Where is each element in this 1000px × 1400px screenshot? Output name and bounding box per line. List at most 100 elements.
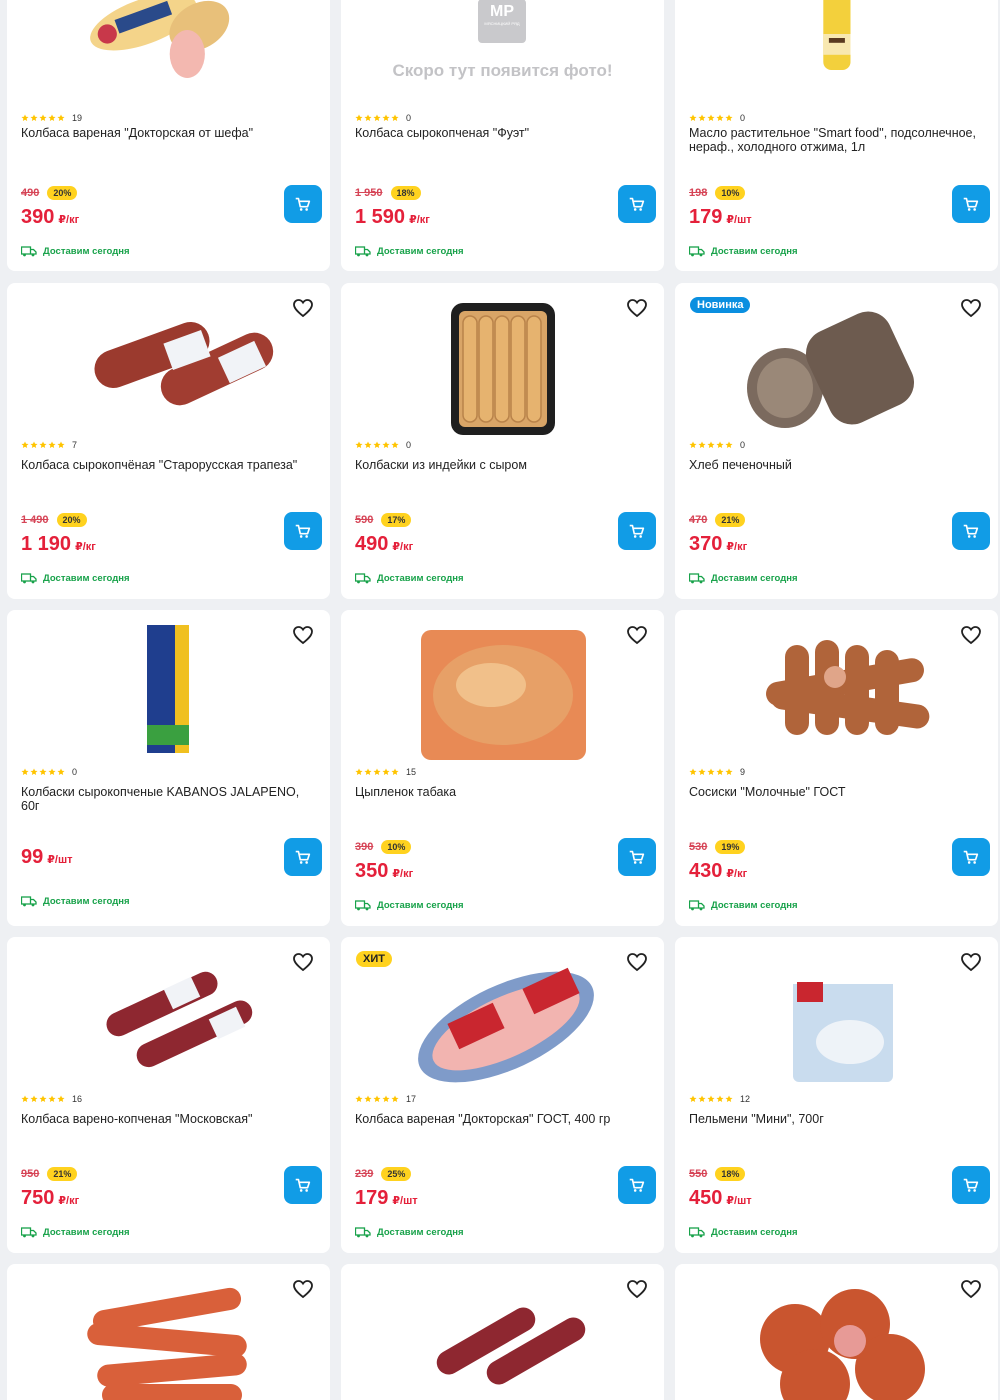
product-card[interactable]: Новинка 0 Хлеб печеночный 470 21% 370 ₽/кг Дост… bbox=[675, 283, 998, 599]
product-card[interactable]: 7 Колбаса сырокопчёная "Старорусская трап… bbox=[7, 283, 330, 599]
product-image[interactable] bbox=[675, 615, 998, 765]
add-to-cart-button[interactable] bbox=[952, 185, 990, 223]
add-to-cart-button[interactable] bbox=[284, 512, 322, 550]
add-to-cart-button[interactable] bbox=[284, 1166, 322, 1204]
star-icon bbox=[30, 1095, 38, 1103]
product-card[interactable]: 12 Пельмени "Мини", 700г 550 18% 450 ₽/шт Дост… bbox=[675, 937, 998, 1253]
rating-count: 0 bbox=[740, 440, 746, 450]
add-to-cart-button[interactable] bbox=[952, 838, 990, 876]
product-image[interactable] bbox=[7, 615, 330, 765]
product-title[interactable]: Сосиски "Молочные" ГОСТ bbox=[689, 785, 984, 799]
product-card[interactable]: 0 Масло растительное "Smart food", подсол… bbox=[675, 0, 998, 271]
product-title[interactable]: Колбаса сырокопчёная "Старорусская трапе… bbox=[21, 458, 316, 472]
favorite-heart-icon[interactable] bbox=[292, 624, 314, 646]
doctor-sausage-chef-image bbox=[90, 0, 230, 78]
delivery-truck-icon bbox=[355, 573, 371, 584]
product-card[interactable]: 19 Колбаса вареная "Докторская от шефа" 49… bbox=[7, 0, 330, 271]
add-to-cart-button[interactable] bbox=[284, 185, 322, 223]
delivery-info: Доставим сегодня bbox=[689, 246, 798, 257]
cart-icon bbox=[963, 524, 979, 538]
product-image[interactable] bbox=[341, 615, 664, 765]
star-icon bbox=[725, 1095, 733, 1103]
product-title[interactable]: Масло растительное "Smart food", подсолн… bbox=[689, 126, 984, 154]
discount-badge: 20% bbox=[47, 186, 78, 200]
star-icon bbox=[30, 114, 38, 122]
add-to-cart-button[interactable] bbox=[952, 1166, 990, 1204]
favorite-heart-icon[interactable] bbox=[960, 951, 982, 973]
add-to-cart-button[interactable] bbox=[618, 185, 656, 223]
favorite-heart-icon[interactable] bbox=[626, 1278, 648, 1300]
discount-badge: 18% bbox=[390, 186, 421, 200]
favorite-heart-icon[interactable] bbox=[292, 297, 314, 319]
star-icon bbox=[57, 114, 65, 122]
product-image[interactable] bbox=[675, 0, 998, 110]
rating: 7 bbox=[21, 440, 77, 450]
product-card[interactable]: МР МЯСНИЦКИЙ РЯД Скоро тут появится фото! 0… bbox=[341, 0, 664, 271]
product-card[interactable]: ХИТ 17 Колбаса вареная "Докторская" ГОСТ, … bbox=[341, 937, 664, 1253]
star-icon bbox=[689, 768, 697, 776]
delivery-label: Доставим сегодня bbox=[43, 896, 130, 907]
delivery-info: Доставим сегодня bbox=[21, 1227, 130, 1238]
favorite-heart-icon[interactable] bbox=[626, 624, 648, 646]
delivery-info: Доставим сегодня bbox=[355, 246, 464, 257]
star-icon bbox=[725, 441, 733, 449]
add-to-cart-button[interactable] bbox=[284, 838, 322, 876]
favorite-heart-icon[interactable] bbox=[960, 297, 982, 319]
product-card[interactable]: 15 Цыпленок табака 390 10% 350 ₽/кг Доставим с… bbox=[341, 610, 664, 926]
delivery-label: Доставим сегодня bbox=[377, 900, 464, 911]
product-image[interactable] bbox=[7, 942, 330, 1092]
old-price-row: 590 17% bbox=[355, 513, 412, 527]
product-image[interactable] bbox=[675, 1269, 998, 1400]
favorite-heart-icon[interactable] bbox=[292, 1278, 314, 1300]
product-card[interactable] bbox=[7, 1264, 330, 1400]
product-title[interactable]: Колбаса вареная "Докторская" ГОСТ, 400 г… bbox=[355, 1112, 650, 1126]
product-title[interactable]: Колбаса варено-копченая "Московская" bbox=[21, 1112, 316, 1126]
favorite-heart-icon[interactable] bbox=[960, 1278, 982, 1300]
price-value: 390 bbox=[21, 206, 55, 228]
delivery-label: Доставим сегодня bbox=[43, 573, 130, 584]
product-card[interactable]: 16 Колбаса варено-копченая "Московская" 95… bbox=[7, 937, 330, 1253]
add-to-cart-button[interactable] bbox=[618, 512, 656, 550]
product-card[interactable]: 0 Колбаски сырокопченые KABANOS JALAPENO,… bbox=[7, 610, 330, 926]
product-title[interactable]: Колбаса вареная "Докторская от шефа" bbox=[21, 126, 316, 140]
product-title[interactable]: Колбаски из индейки с сыром bbox=[355, 458, 650, 472]
product-title[interactable]: Хлеб печеночный bbox=[689, 458, 984, 472]
star-icon bbox=[382, 441, 390, 449]
product-image[interactable]: МР МЯСНИЦКИЙ РЯД Скоро тут появится фото! bbox=[341, 0, 664, 110]
add-to-cart-button[interactable] bbox=[952, 512, 990, 550]
rating-count: 0 bbox=[406, 440, 412, 450]
old-price-row: 550 18% bbox=[689, 1167, 746, 1181]
old-price: 470 bbox=[689, 514, 708, 526]
add-to-cart-button[interactable] bbox=[618, 1166, 656, 1204]
cart-icon bbox=[963, 850, 979, 864]
product-image[interactable] bbox=[341, 1269, 664, 1400]
favorite-heart-icon[interactable] bbox=[292, 951, 314, 973]
product-image[interactable] bbox=[341, 288, 664, 438]
product-title[interactable]: Пельмени "Мини", 700г bbox=[689, 1112, 984, 1126]
product-image[interactable] bbox=[7, 0, 330, 110]
old-price: 390 bbox=[355, 841, 374, 853]
product-card[interactable] bbox=[341, 1264, 664, 1400]
star-icon bbox=[355, 1095, 363, 1103]
favorite-heart-icon[interactable] bbox=[626, 951, 648, 973]
product-title[interactable]: Колбаски сырокопченые KABANOS JALAPENO, … bbox=[21, 785, 316, 813]
star-icon bbox=[364, 768, 372, 776]
favorite-heart-icon[interactable] bbox=[626, 297, 648, 319]
product-card[interactable]: 0 Колбаски из индейки с сыром 590 17% 490 ₽/к… bbox=[341, 283, 664, 599]
product-image[interactable] bbox=[675, 942, 998, 1092]
delivery-label: Доставим сегодня bbox=[711, 1227, 798, 1238]
delivery-info: Доставим сегодня bbox=[689, 900, 798, 911]
product-image[interactable] bbox=[7, 288, 330, 438]
product-title[interactable]: Колбаса сырокопченая "Фуэт" bbox=[355, 126, 650, 140]
product-card[interactable]: 9 Сосиски "Молочные" ГОСТ 530 19% 430 ₽/кг Дос… bbox=[675, 610, 998, 926]
product-card[interactable] bbox=[675, 1264, 998, 1400]
favorite-heart-icon[interactable] bbox=[960, 624, 982, 646]
price: 750 ₽/кг bbox=[21, 1187, 79, 1210]
product-title[interactable]: Цыпленок табака bbox=[355, 785, 650, 799]
add-to-cart-button[interactable] bbox=[618, 838, 656, 876]
price-value: 450 bbox=[689, 1187, 723, 1209]
delivery-truck-icon bbox=[689, 1227, 705, 1238]
price: 390 ₽/кг bbox=[21, 206, 79, 229]
product-image[interactable] bbox=[7, 1269, 330, 1400]
brand-logo: МР МЯСНИЦКИЙ РЯД bbox=[478, 0, 526, 43]
